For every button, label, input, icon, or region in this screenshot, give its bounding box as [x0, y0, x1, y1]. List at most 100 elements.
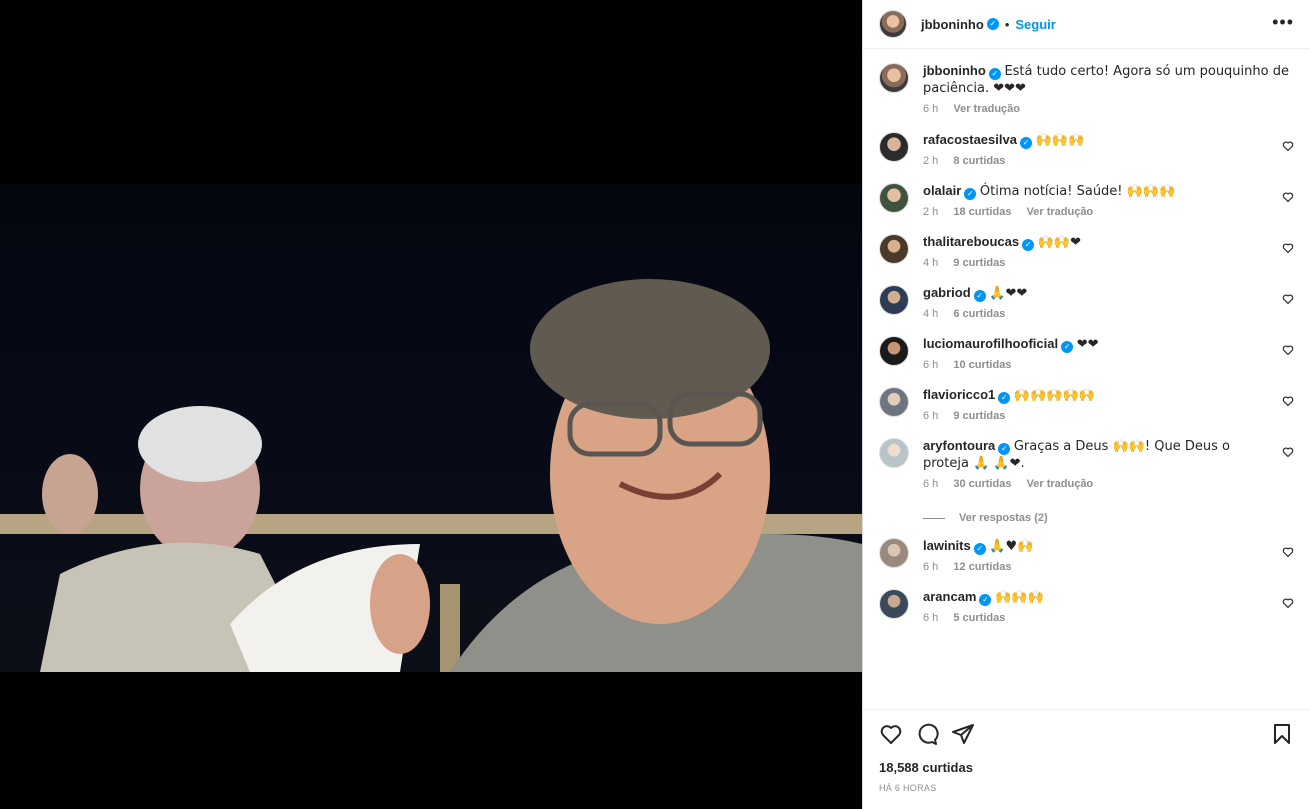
comment-likes[interactable]: 9 curtidas — [953, 257, 1005, 269]
author-avatar[interactable] — [879, 63, 909, 93]
comment-time: 6 h — [923, 410, 939, 422]
bookmark-icon[interactable] — [1270, 722, 1294, 746]
selfie-illustration — [0, 279, 862, 672]
commenter-username[interactable]: gabriod — [923, 285, 971, 300]
translate-link[interactable]: Ver tradução — [1027, 206, 1094, 218]
verified-icon: ✓ — [973, 290, 986, 302]
commenter-username[interactable]: olalair — [923, 183, 961, 198]
like-comment-heart-icon[interactable] — [1282, 190, 1294, 203]
comment-text: 🙌🙌❤ — [1037, 235, 1081, 250]
comment-icon[interactable] — [915, 722, 939, 746]
replies-divider — [923, 517, 945, 519]
comment-text: 🙌🙌🙌 — [1035, 133, 1085, 148]
author-username[interactable]: jbboninho — [921, 17, 984, 32]
post-caption: jbboninho ✓ Está tudo certo! Agora só um … — [879, 49, 1294, 115]
comment-time: 2 h — [923, 206, 939, 218]
comment-likes[interactable]: 5 curtidas — [953, 612, 1005, 624]
heart-icon[interactable] — [879, 722, 903, 746]
caption-username[interactable]: jbboninho — [923, 63, 986, 78]
like-comment-heart-icon[interactable] — [1282, 596, 1294, 609]
comment-item: arancam ✓ 🙌🙌🙌 6 h 5 curtidas — [879, 589, 1294, 624]
comment-item: aryfontoura ✓ Graças a Deus 🙌🙌! Que Deus … — [879, 438, 1294, 490]
comment-time: 2 h — [923, 155, 939, 167]
separator-dot: • — [1004, 16, 1010, 32]
like-comment-heart-icon[interactable] — [1282, 445, 1294, 458]
comment-likes[interactable]: 30 curtidas — [953, 478, 1011, 490]
comment-item: rafacostaesilva ✓ 🙌🙌🙌 2 h 8 curtidas — [879, 132, 1294, 167]
comment-item: olalair ✓ Ótima notícia! Saúde! 🙌🙌🙌 2 h 1… — [879, 183, 1294, 218]
commenter-avatar[interactable] — [879, 285, 909, 315]
post-timestamp: HÁ 6 HORAS — [879, 783, 937, 793]
comment-likes[interactable]: 18 curtidas — [953, 206, 1011, 218]
comment-likes[interactable]: 9 curtidas — [953, 410, 1005, 422]
comment-time: 6 h — [923, 561, 939, 573]
comment-text: 🙌🙌🙌🙌🙌 — [1013, 388, 1095, 403]
comment-time: 4 h — [923, 308, 939, 320]
comment-likes[interactable]: 6 curtidas — [953, 308, 1005, 320]
likes-count[interactable]: 18,588 curtidas — [879, 760, 1294, 775]
commenter-username[interactable]: flavioricco1 — [923, 387, 995, 402]
commenter-avatar[interactable] — [879, 183, 909, 213]
verified-icon: ✓ — [973, 543, 986, 555]
commenter-username[interactable]: lawinits — [923, 538, 971, 553]
comment-text: 🙌🙌🙌 — [995, 590, 1044, 605]
comment-item: lawinits ✓ 🙏♥🙌 6 h 12 curtidas — [879, 538, 1294, 573]
comment-time: 6 h — [923, 359, 939, 371]
like-comment-heart-icon[interactable] — [1282, 343, 1294, 356]
verified-icon: ✓ — [998, 392, 1011, 404]
comment-item: luciomaurofilhooficial ✓ ❤❤ 6 h 10 curtid… — [879, 336, 1294, 371]
post-side-panel: jbboninho ✓ • Seguir ••• jbboninho ✓ Está… — [862, 0, 1310, 809]
commenter-avatar[interactable] — [879, 438, 909, 468]
post-header: jbboninho ✓ • Seguir ••• — [863, 0, 1310, 49]
caption-time: 6 h — [923, 103, 939, 115]
like-comment-heart-icon[interactable] — [1282, 545, 1294, 558]
post-actions: 18,588 curtidas HÁ 6 HORAS — [863, 709, 1310, 809]
comment-item: gabriod ✓ 🙏❤❤ 4 h 6 curtidas — [879, 285, 1294, 320]
like-comment-heart-icon[interactable] — [1282, 139, 1294, 152]
commenter-username[interactable]: aryfontoura — [923, 438, 995, 453]
verified-icon: ✓ — [979, 594, 992, 606]
like-comment-heart-icon[interactable] — [1282, 292, 1294, 305]
view-replies-button[interactable]: Ver respostas (2) — [923, 512, 1294, 524]
commenter-avatar[interactable] — [879, 234, 909, 264]
follow-button[interactable]: Seguir — [1015, 17, 1055, 32]
comment-likes[interactable]: 12 curtidas — [953, 561, 1011, 573]
verified-icon: ✓ — [988, 68, 1001, 80]
comment-item: flavioricco1 ✓ 🙌🙌🙌🙌🙌 6 h 9 curtidas — [879, 387, 1294, 422]
verified-icon: ✓ — [986, 18, 999, 30]
comment-item: thalitareboucas ✓ 🙌🙌❤ 4 h 9 curtidas — [879, 234, 1294, 269]
comment-time: 6 h — [923, 612, 939, 624]
commenter-username[interactable]: arancam — [923, 589, 976, 604]
commenter-avatar[interactable] — [879, 336, 909, 366]
more-options-icon[interactable]: ••• — [1272, 12, 1294, 33]
comment-text: 🙏♥🙌 — [989, 539, 1034, 554]
commenter-username[interactable]: rafacostaesilva — [923, 132, 1017, 147]
comment-likes[interactable]: 10 curtidas — [953, 359, 1011, 371]
commenter-username[interactable]: luciomaurofilhooficial — [923, 336, 1058, 351]
verified-icon: ✓ — [964, 188, 977, 200]
commenter-username[interactable]: thalitareboucas — [923, 234, 1019, 249]
commenter-avatar[interactable] — [879, 387, 909, 417]
author-avatar[interactable] — [879, 10, 907, 38]
commenter-avatar[interactable] — [879, 538, 909, 568]
comment-time: 6 h — [923, 478, 939, 490]
comment-text: ❤❤ — [1076, 337, 1099, 352]
share-icon[interactable] — [951, 722, 975, 746]
translate-link[interactable]: Ver tradução — [953, 103, 1020, 115]
comment-time: 4 h — [923, 257, 939, 269]
like-comment-heart-icon[interactable] — [1282, 241, 1294, 254]
comment-text: Ótima notícia! Saúde! 🙌🙌🙌 — [979, 184, 1176, 199]
translate-link[interactable]: Ver tradução — [1027, 478, 1094, 490]
like-comment-heart-icon[interactable] — [1282, 394, 1294, 407]
comment-likes[interactable]: 8 curtidas — [953, 155, 1005, 167]
view-replies-label: Ver respostas (2) — [959, 512, 1048, 524]
verified-icon: ✓ — [998, 443, 1011, 455]
comment-text: 🙏❤❤ — [989, 286, 1028, 301]
verified-icon: ✓ — [1061, 341, 1074, 353]
commenter-avatar[interactable] — [879, 132, 909, 162]
media-pane — [0, 0, 862, 809]
comments-list[interactable]: jbboninho ✓ Está tudo certo! Agora só um … — [863, 49, 1310, 709]
verified-icon: ✓ — [1019, 137, 1032, 149]
commenter-avatar[interactable] — [879, 589, 909, 619]
post-photo[interactable] — [0, 184, 862, 672]
